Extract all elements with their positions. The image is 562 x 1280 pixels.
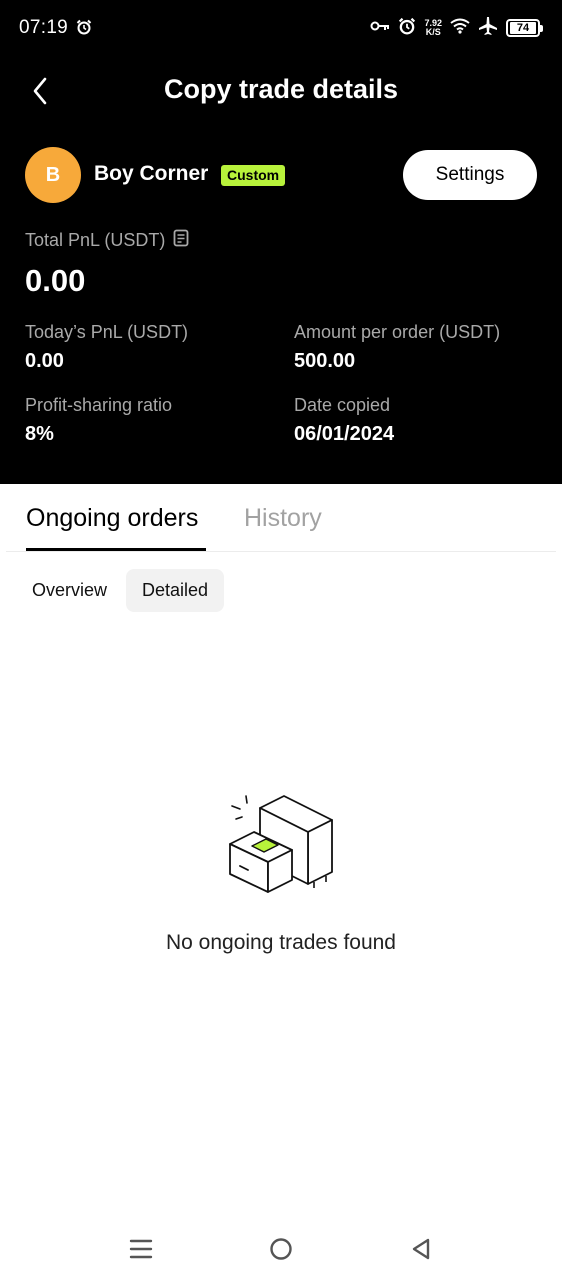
today-pnl-value: 0.00 xyxy=(25,350,64,372)
profit-sharing-label: Profit-sharing ratio xyxy=(25,395,173,415)
system-nav-bar xyxy=(0,1224,562,1274)
empty-drawer-icon xyxy=(226,794,338,896)
trader-name[interactable]: Boy Corner xyxy=(94,162,208,186)
date-copied-label: Date copied xyxy=(294,395,391,415)
total-pnl-label-row: Total PnL (USDT) xyxy=(25,229,189,252)
status-time: 07:19 xyxy=(19,17,69,38)
tab-divider xyxy=(6,551,556,552)
custom-badge: Custom xyxy=(221,165,286,186)
page-title: Copy trade details xyxy=(163,74,399,104)
nav-back-button[interactable] xyxy=(406,1234,436,1264)
tab-history[interactable]: History xyxy=(244,504,322,533)
total-pnl-label: Total PnL (USDT) xyxy=(25,230,166,250)
avatar[interactable]: B xyxy=(25,147,81,203)
key-icon xyxy=(370,19,390,38)
wifi-icon xyxy=(450,18,470,39)
alarm-icon xyxy=(398,17,416,40)
home-button[interactable] xyxy=(266,1234,296,1264)
back-triangle-icon xyxy=(412,1238,430,1260)
airplane-icon xyxy=(478,16,498,41)
amount-per-order-value: 500.00 xyxy=(294,350,356,372)
net-speed-unit: K/S xyxy=(425,27,441,37)
status-icons: 7.92 K/S 74 xyxy=(370,14,543,42)
header-section: 07:19 7.92 K/S 74 Copy trade details B B… xyxy=(0,0,562,484)
segment-overview[interactable]: Overview xyxy=(20,569,119,612)
menu-button[interactable] xyxy=(126,1234,156,1264)
total-pnl-value: 0.00 xyxy=(25,263,86,298)
date-copied-value: 06/01/2024 xyxy=(294,423,395,445)
amount-per-order-label: Amount per order (USDT) xyxy=(294,322,501,342)
document-icon[interactable] xyxy=(173,229,189,252)
tab-ongoing-orders[interactable]: Ongoing orders xyxy=(26,504,198,533)
home-icon xyxy=(270,1238,292,1260)
net-speed: 7.92 K/S xyxy=(424,19,442,37)
profit-sharing-value: 8% xyxy=(25,423,54,445)
battery-level: 74 xyxy=(510,22,536,34)
empty-state-message: No ongoing trades found xyxy=(165,931,396,954)
alarm-icon xyxy=(76,19,92,40)
today-pnl-label: Today’s PnL (USDT) xyxy=(25,322,189,342)
settings-button[interactable]: Settings xyxy=(403,150,537,200)
segment-detailed[interactable]: Detailed xyxy=(126,569,224,612)
menu-icon xyxy=(129,1239,153,1259)
status-bar: 07:19 7.92 K/S 74 xyxy=(0,0,562,56)
battery-icon: 74 xyxy=(506,19,543,37)
